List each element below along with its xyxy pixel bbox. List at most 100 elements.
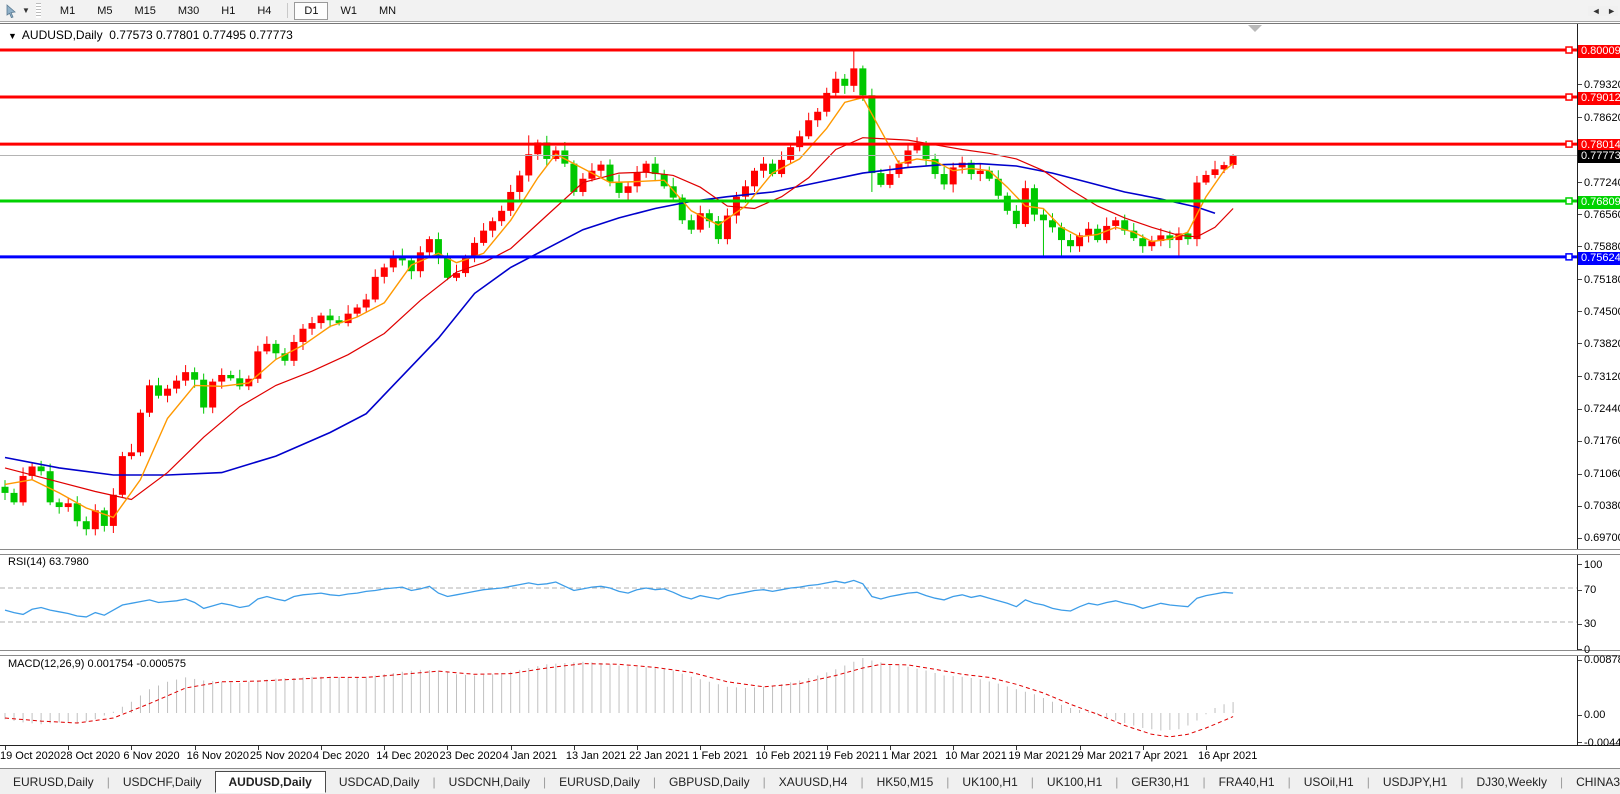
- line-handle[interactable]: [1565, 197, 1573, 205]
- chart-tab-usdcnh-daily[interactable]: USDCNH,Daily: [436, 772, 543, 792]
- chart-tab-dj30-weekly[interactable]: DJ30,Weekly: [1463, 772, 1559, 792]
- collapse-triangle-icon[interactable]: ▼: [8, 31, 17, 41]
- date-axis-label: 19 Feb 2021: [818, 750, 881, 762]
- candle-body: [299, 328, 307, 342]
- line-handle[interactable]: [1565, 93, 1573, 101]
- candle-body: [750, 170, 758, 187]
- cursor-tool-button[interactable]: ▼: [4, 3, 30, 18]
- timeframe-button-h4[interactable]: H4: [247, 2, 281, 20]
- chart-tab-audusd-daily[interactable]: AUDUSD,Daily: [214, 771, 326, 793]
- line-handle[interactable]: [1565, 140, 1573, 148]
- line-handle[interactable]: [1565, 46, 1573, 54]
- candle-body: [1003, 195, 1011, 211]
- candle-body: [136, 412, 144, 453]
- chart-canvas[interactable]: [0, 24, 1577, 746]
- candle-body: [480, 230, 488, 243]
- toolbar-separator: [287, 3, 289, 18]
- chart-tab-usdchf-daily[interactable]: USDCHF,Daily: [110, 772, 215, 792]
- chevron-down-icon[interactable]: ▼: [22, 6, 30, 15]
- candle-body: [326, 315, 334, 321]
- chart-symbol-label: AUDUSD,Daily: [21, 28, 103, 42]
- date-axis-label: 1 Mar 2021: [881, 750, 938, 762]
- chart-tab-ger30-h1[interactable]: GER30,H1: [1118, 772, 1202, 792]
- macd-label: MACD(12,26,9) 0.001754 -0.000575: [8, 658, 186, 670]
- timeframe-button-m30[interactable]: M30: [168, 2, 209, 20]
- candle-body: [516, 175, 524, 192]
- timeframe-button-h1[interactable]: H1: [211, 2, 245, 20]
- candle-body: [362, 299, 370, 308]
- candle-body: [353, 307, 361, 314]
- candle-body: [10, 492, 18, 503]
- date-axis-label: 23 Dec 2020: [439, 750, 502, 762]
- current-price-label: 0.77773: [1578, 150, 1620, 164]
- chart-tab-bar: EURUSD,Daily | USDCHF,Daily AUDUSD,Daily USD…: [0, 768, 1620, 794]
- candle-body: [877, 173, 885, 185]
- chart-tab-hk50-m15[interactable]: HK50,M15: [864, 772, 947, 792]
- chart-tab-china300-h1[interactable]: CHINA300,H1: [1563, 772, 1620, 792]
- rsi-axis-tick: 100: [1578, 559, 1602, 571]
- chart-tab-uk100-h1[interactable]: UK100,H1: [949, 772, 1030, 792]
- line-handle[interactable]: [1565, 253, 1573, 261]
- candle-body: [1139, 238, 1147, 247]
- timeframe-button-mn[interactable]: MN: [369, 2, 406, 20]
- chart-tab-eurusd-daily[interactable]: EURUSD,Daily: [546, 772, 653, 792]
- candle-body: [1229, 155, 1237, 165]
- toolbar-drag-handle[interactable]: [35, 3, 41, 18]
- timeframe-button-m15[interactable]: M15: [124, 2, 165, 20]
- candle-body: [859, 68, 867, 96]
- chart-tab-usoil-h1[interactable]: USOil,H1: [1291, 772, 1367, 792]
- candle-body: [525, 154, 533, 176]
- candle-body: [200, 379, 208, 408]
- candle-body: [489, 221, 497, 231]
- chart-tab-uk100-h1[interactable]: UK100,H1: [1034, 772, 1115, 792]
- price-axis-tick: 0.74500: [1578, 306, 1620, 318]
- candle-body: [805, 120, 813, 137]
- candle-body: [832, 78, 840, 93]
- candle-body: [19, 475, 27, 503]
- rsi-axis-tick: 70: [1578, 584, 1596, 596]
- date-axis-label: 4 Jan 2021: [502, 750, 558, 762]
- candle-body: [272, 343, 280, 354]
- candle-body: [1067, 240, 1075, 247]
- candle-body: [841, 78, 849, 86]
- price-rsi-separator[interactable]: [0, 549, 1620, 555]
- level-price-label: 0.80009: [1578, 45, 1620, 59]
- timeframe-button-w1[interactable]: W1: [330, 2, 367, 20]
- chart-tab-gbpusd-daily[interactable]: GBPUSD,Daily: [656, 772, 763, 792]
- timeframe-button-m1[interactable]: M1: [50, 2, 85, 20]
- candle-body: [109, 494, 117, 526]
- candle-body: [1211, 169, 1219, 175]
- chart-tab-xauusd-h4[interactable]: XAUUSD,H4: [766, 772, 861, 792]
- chart-title: ▼ AUDUSD,Daily 0.77573 0.77801 0.77495 0.…: [8, 28, 293, 42]
- candle-body: [615, 181, 623, 193]
- chart-tab-usdjpy-h1[interactable]: USDJPY,H1: [1370, 772, 1460, 792]
- chart-tab-eurusd-daily[interactable]: EURUSD,Daily: [0, 772, 107, 792]
- candle-body: [1202, 174, 1210, 183]
- date-axis-label: 14 Dec 2020: [376, 750, 439, 762]
- timeframe-button-d1[interactable]: D1: [294, 1, 329, 20]
- candle-body: [380, 267, 388, 277]
- rsi-macd-separator[interactable]: [0, 650, 1620, 656]
- timeframe-button-m5[interactable]: M5: [87, 2, 122, 20]
- candle-body: [371, 276, 379, 300]
- chart-tab-usdcad-daily[interactable]: USDCAD,Daily: [326, 772, 433, 792]
- candle-body: [606, 164, 614, 182]
- price-axis-tick: 0.79320: [1578, 79, 1620, 91]
- candle-body: [308, 323, 316, 329]
- candle-body: [787, 147, 795, 160]
- candle-body: [191, 372, 199, 380]
- price-axis[interactable]: 0.79320 0.78620 0.77240 0.76560 0.75880 0.751…: [1578, 24, 1620, 749]
- macd-axis-tick: 0.008782: [1578, 654, 1620, 666]
- date-axis[interactable]: 19 Oct 2020 28 Oct 2020 6 Nov 2020 16 Nov 2…: [0, 746, 1620, 768]
- candle-body: [1039, 214, 1047, 221]
- candle-body: [850, 68, 858, 86]
- candle-body: [1, 486, 9, 493]
- date-axis-label: 19 Oct 2020: [0, 750, 60, 762]
- tab-scroll-arrows[interactable]: ◄ ►: [1587, 6, 1618, 16]
- level-price-label: 0.75624: [1578, 251, 1620, 265]
- chart-tab-fra40-h1[interactable]: FRA40,H1: [1206, 772, 1288, 792]
- candle-body: [1112, 220, 1120, 226]
- rsi-axis-tick: 30: [1578, 618, 1596, 630]
- date-axis-label: 13 Jan 2021: [565, 750, 627, 762]
- candle-body: [82, 521, 90, 530]
